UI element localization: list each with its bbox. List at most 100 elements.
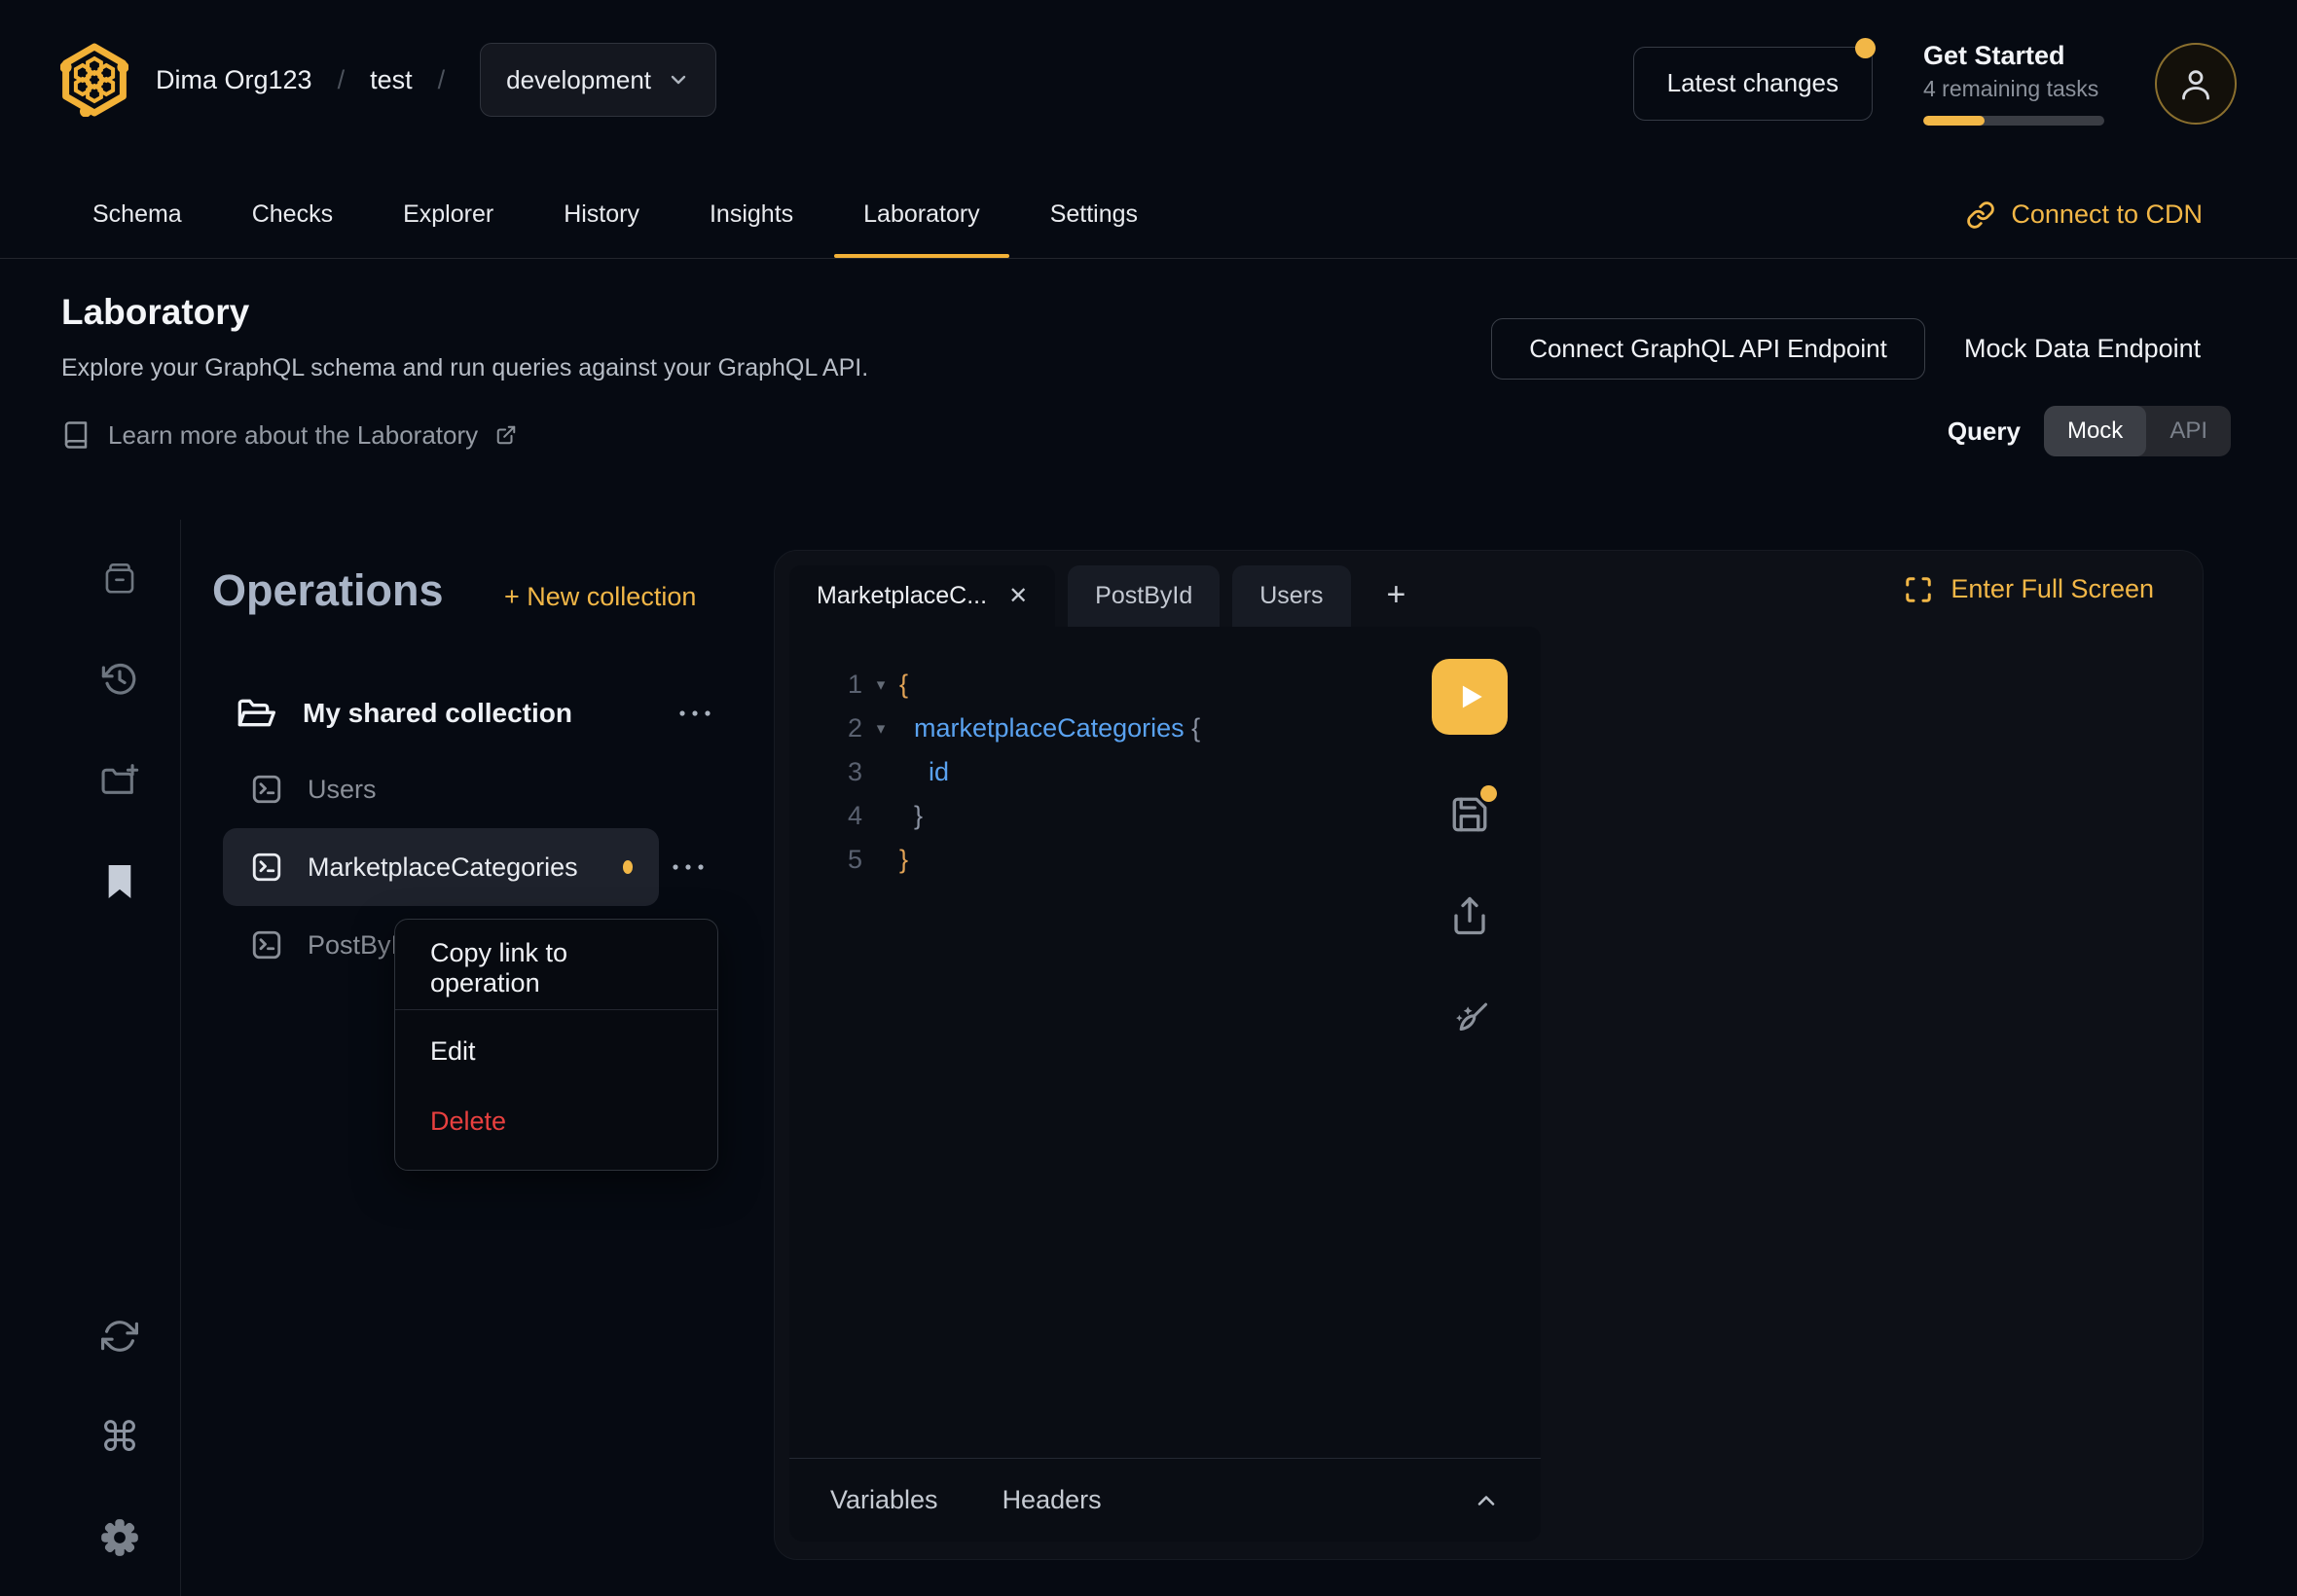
tab-schema[interactable]: Schema (92, 171, 182, 258)
book-icon (61, 418, 91, 452)
code-text: } (899, 801, 923, 831)
new-collection-button[interactable]: + New collection (504, 582, 696, 612)
refresh-icon[interactable] (100, 1317, 139, 1356)
history-icon[interactable] (100, 660, 139, 699)
tab-explorer[interactable]: Explorer (403, 171, 493, 258)
page-description: Explore your GraphQL schema and run quer… (61, 354, 868, 382)
folder-open-icon (235, 694, 277, 733)
format-query-button[interactable] (1448, 996, 1491, 1038)
app-header: Dima Org123 / test / development Latest … (0, 0, 2297, 171)
learn-more-label: Learn more about the Laboratory (108, 420, 478, 451)
get-started-widget[interactable]: Get Started 4 remaining tasks (1923, 41, 2104, 126)
editor-tab-label: Users (1259, 582, 1323, 610)
get-started-subtitle: 4 remaining tasks (1923, 76, 2104, 102)
unsaved-changes-dot (1480, 785, 1497, 802)
close-tab-icon[interactable]: ✕ (1008, 582, 1028, 610)
operation-menu-ellipsis[interactable] (672, 828, 705, 906)
code-editor[interactable]: 1▾{2▾ marketplaceCategories {3 id4 }5} (789, 627, 1541, 1458)
editor-tab-postbyid[interactable]: PostById (1068, 565, 1220, 627)
modified-dot (623, 860, 633, 874)
editor-tab-label: MarketplaceC... (817, 582, 987, 610)
hive-logo-icon[interactable] (60, 43, 128, 117)
code-text: marketplaceCategories { (899, 713, 1200, 744)
person-icon (2176, 64, 2215, 103)
context-menu-divider (395, 1009, 717, 1010)
get-started-title: Get Started (1923, 41, 2104, 70)
user-avatar[interactable] (2155, 43, 2237, 125)
link-icon (1966, 200, 1995, 230)
connect-graphql-endpoint-button[interactable]: Connect GraphQL API Endpoint (1491, 318, 1925, 380)
tab-insights[interactable]: Insights (710, 171, 793, 258)
enter-fullscreen-button[interactable]: Enter Full Screen (1904, 574, 2154, 604)
tab-history[interactable]: History (564, 171, 639, 258)
operation-item-marketplacecategories[interactable]: MarketplaceCategories (223, 828, 659, 906)
new-collection-folder-icon[interactable] (100, 761, 139, 800)
gear-icon[interactable] (100, 1518, 139, 1557)
line-number: 2 (789, 713, 862, 744)
tab-laboratory[interactable]: Laboratory (863, 171, 980, 258)
collection-menu-ellipsis[interactable] (678, 709, 711, 717)
operation-label: Users (308, 775, 377, 805)
operation-icon (249, 850, 284, 885)
mock-data-endpoint-label[interactable]: Mock Data Endpoint (1964, 334, 2201, 364)
latest-changes-button[interactable]: Latest changes (1633, 47, 1873, 121)
connect-graphql-endpoint-label: Connect GraphQL API Endpoint (1529, 334, 1887, 364)
fold-arrow-icon[interactable]: ▾ (862, 675, 899, 695)
headers-tab[interactable]: Headers (1003, 1485, 1102, 1515)
breadcrumb-project[interactable]: test (370, 65, 413, 95)
laboratory-panel: Enter Full Screen MarketplaceC... ✕ PostBy… (774, 550, 2204, 1560)
connect-to-cdn-link[interactable]: Connect to CDN (1966, 171, 2203, 258)
bookmark-icon[interactable] (100, 862, 139, 901)
collection-name: My shared collection (303, 698, 653, 729)
editor-tab-marketplacec[interactable]: MarketplaceC... ✕ (789, 565, 1055, 627)
code-line[interactable]: 2▾ marketplaceCategories { (789, 707, 1541, 750)
fold-arrow-icon[interactable]: ▾ (862, 719, 899, 739)
play-icon (1453, 680, 1486, 713)
context-menu-item-delete[interactable]: Delete (395, 1096, 717, 1146)
run-query-button[interactable] (1432, 659, 1508, 735)
tab-checks[interactable]: Checks (252, 171, 333, 258)
tab-settings[interactable]: Settings (1050, 171, 1138, 258)
operation-item-users[interactable]: Users (223, 750, 710, 828)
get-started-progressbar (1923, 116, 2104, 126)
operation-icon (249, 927, 284, 962)
collection-box-icon[interactable] (100, 559, 139, 598)
new-tab-button[interactable]: + (1387, 576, 1406, 614)
context-menu-item-copy-link-to-operation[interactable]: Copy link to operation (395, 943, 717, 994)
laboratory-heading: Laboratory Explore your GraphQL schema a… (61, 292, 868, 382)
page-title: Laboratory (61, 292, 868, 333)
operation-context-menu: Copy link to operation Edit Delete (394, 919, 718, 1171)
enter-fullscreen-label: Enter Full Screen (1951, 574, 2154, 604)
breadcrumb-separator: / (438, 65, 446, 95)
share-operation-button[interactable] (1448, 894, 1491, 937)
query-mode-mock[interactable]: Mock (2044, 406, 2146, 456)
left-icon-rail (0, 520, 181, 1596)
query-mode-api[interactable]: API (2146, 406, 2231, 456)
editor-tab-users[interactable]: Users (1232, 565, 1350, 627)
breadcrumb-org[interactable]: Dima Org123 (156, 65, 312, 95)
target-selector[interactable]: development (480, 43, 716, 117)
operation-icon (249, 772, 284, 807)
operation-label: MarketplaceCategories (308, 852, 578, 883)
line-number: 4 (789, 801, 862, 831)
editor-toolbar (1432, 659, 1508, 1038)
line-number: 1 (789, 670, 862, 700)
fullscreen-icon (1904, 575, 1933, 604)
code-line[interactable]: 3 id (789, 750, 1541, 794)
context-menu-item-edit[interactable]: Edit (395, 1026, 717, 1076)
code-line[interactable]: 4 } (789, 794, 1541, 838)
command-icon[interactable]: ⌘ (100, 1418, 139, 1457)
collection-header[interactable]: My shared collection (235, 681, 711, 745)
breadcrumb: Dima Org123 / test / development (156, 43, 716, 117)
primary-nav: Schema Checks Explorer History Insights Labor… (0, 171, 2297, 259)
collapse-panel-chevron-icon[interactable] (1473, 1487, 1500, 1514)
line-number: 3 (789, 757, 862, 787)
code-line[interactable]: 5} (789, 838, 1541, 882)
code-line[interactable]: 1▾{ (789, 663, 1541, 707)
variables-tab[interactable]: Variables (830, 1485, 938, 1515)
editor-footer: Variables Headers (789, 1458, 1541, 1542)
code-text: id (899, 757, 949, 787)
operations-title: Operations (212, 565, 444, 616)
save-operation-button[interactable] (1448, 793, 1491, 836)
learn-more-link[interactable]: Learn more about the Laboratory (61, 418, 517, 452)
